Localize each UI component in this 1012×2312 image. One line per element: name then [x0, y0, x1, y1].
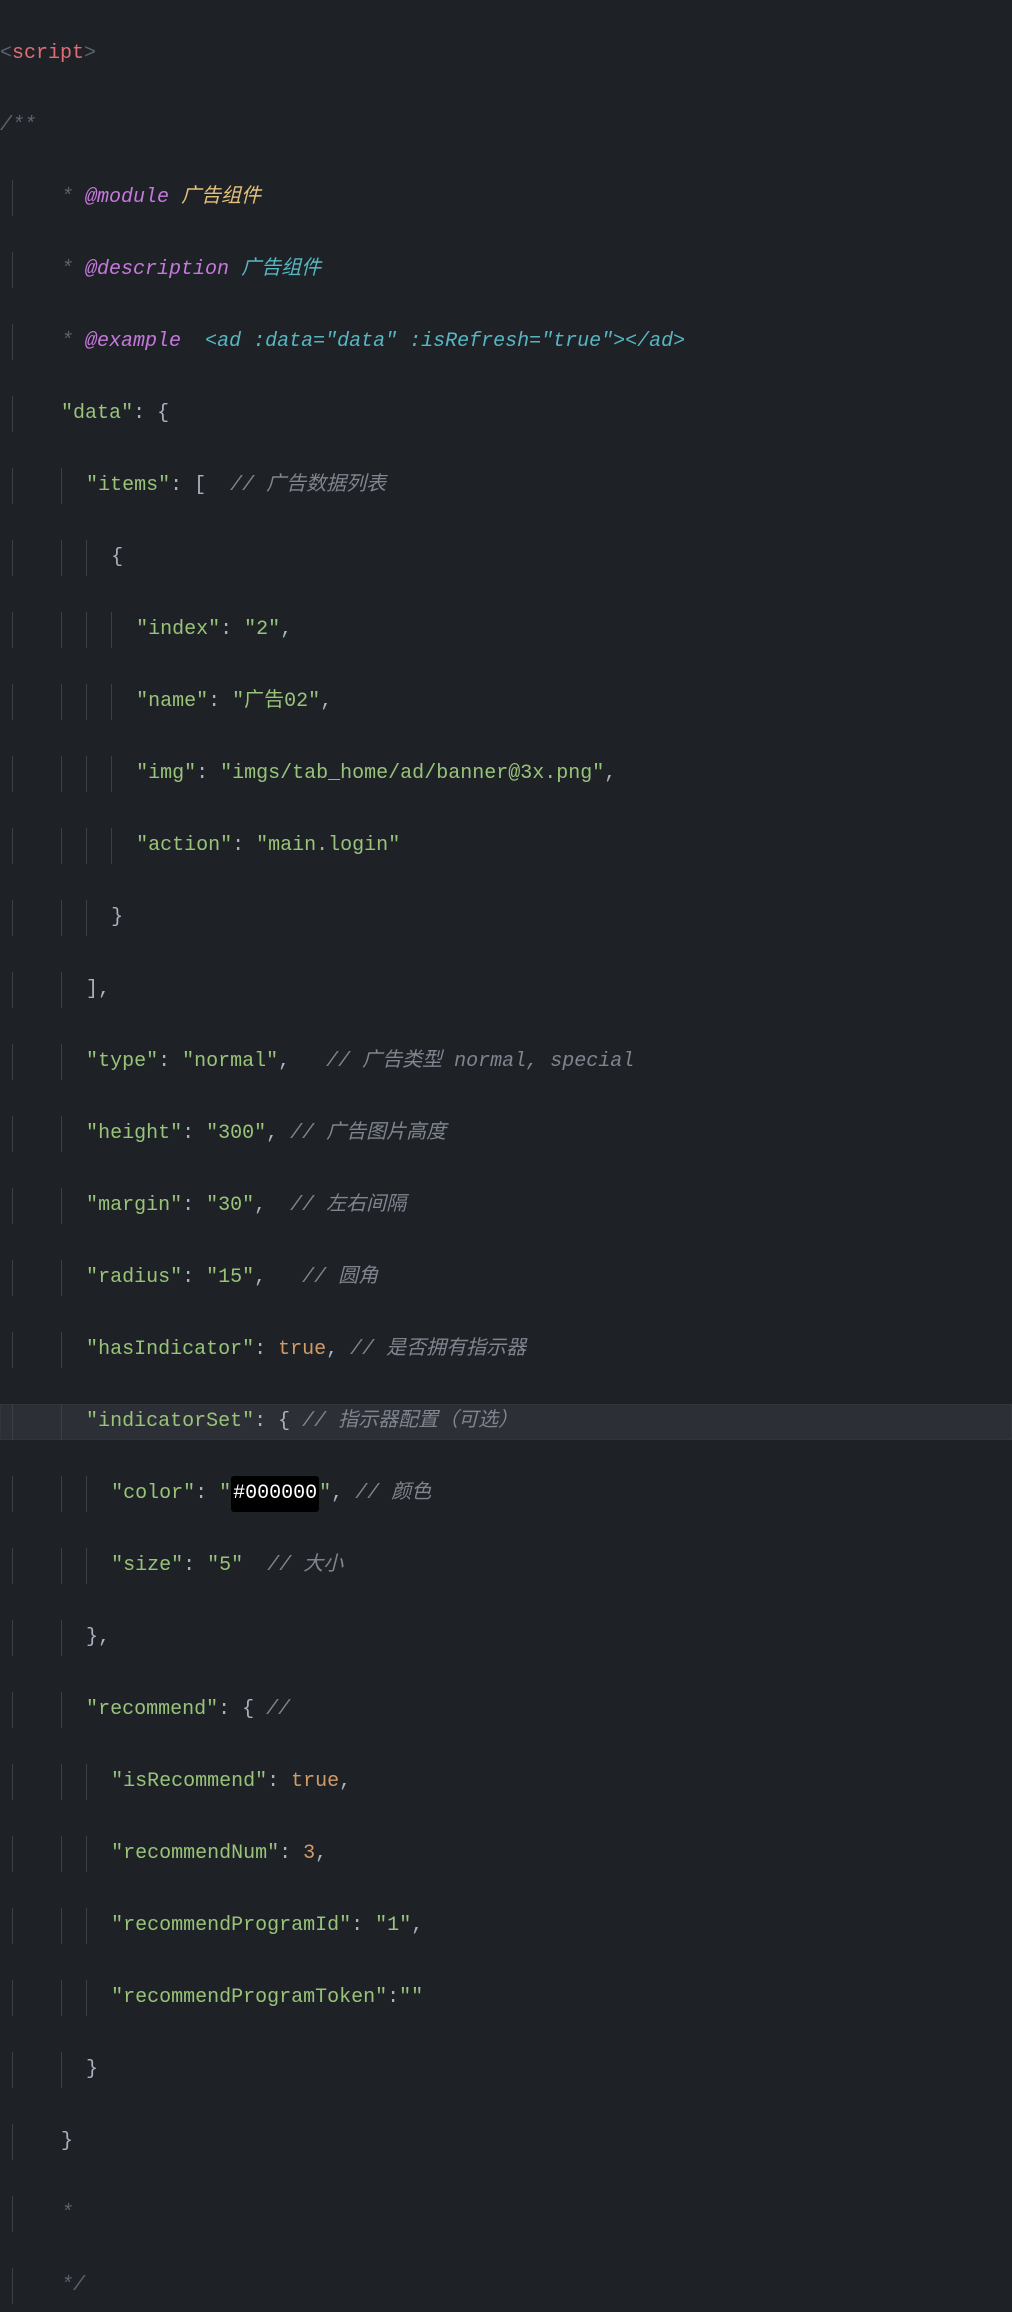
comment-size: // 大小 [267, 1554, 343, 1577]
key-action: action [148, 834, 220, 857]
key-recommend: recommend [98, 1698, 206, 1721]
key-color: color [123, 1482, 183, 1505]
key-hasindicator: hasIndicator [98, 1338, 242, 1361]
code-editor[interactable]: <script> /** * @module 广告组件 * @descripti… [0, 0, 1012, 2312]
jsdoc-example-code: <ad :data="data" :isRefresh="true"></ad> [205, 330, 685, 353]
key-items: items [98, 474, 158, 497]
val-action: main.login [268, 834, 388, 857]
code-line: <script> [0, 36, 1012, 72]
code-line: { [0, 540, 1012, 576]
code-line: "data": { [0, 396, 1012, 432]
key-indicatorset: indicatorSet [98, 1410, 242, 1433]
code-line: } [0, 900, 1012, 936]
key-radius: radius [98, 1266, 170, 1289]
code-line: "recommend": { // [0, 1692, 1012, 1728]
jsdoc-at-module: @module [85, 186, 169, 209]
key-recommendprogramtoken: recommendProgramToken [123, 1986, 375, 2009]
key-img: img [148, 762, 184, 785]
val-index: 2 [256, 618, 268, 641]
code-line: "margin": "30", // 左右间隔 [0, 1188, 1012, 1224]
val-img: imgs/tab_home/ad/banner@3x.png [232, 762, 592, 785]
code-line: } [0, 2124, 1012, 2160]
key-height: height [98, 1122, 170, 1145]
code-line: */ [0, 2268, 1012, 2304]
tag-script: script [12, 42, 84, 65]
code-line: "color": "#000000", // 颜色 [0, 1476, 1012, 1512]
key-data: data [73, 402, 121, 425]
code-line: "type": "normal", // 广告类型 normal, specia… [0, 1044, 1012, 1080]
code-line: "recommendProgramToken":"" [0, 1980, 1012, 2016]
color-swatch[interactable]: #000000 [231, 1476, 319, 1512]
val-size: 5 [219, 1554, 231, 1577]
val-height: 300 [218, 1122, 254, 1145]
val-isrecommend: true [291, 1770, 339, 1793]
val-name: 广告02 [244, 690, 308, 713]
comment-open: /** [0, 114, 36, 137]
code-line: "height": "300", // 广告图片高度 [0, 1116, 1012, 1152]
code-line: * @description 广告组件 [0, 252, 1012, 288]
comment-color: // 颜色 [355, 1482, 431, 1505]
key-recommendnum: recommendNum [123, 1842, 267, 1865]
comment-type: // 广告类型 normal, special [326, 1050, 634, 1073]
code-line: "isRecommend": true, [0, 1764, 1012, 1800]
val-type: normal [194, 1050, 266, 1073]
code-line: "hasIndicator": true, // 是否拥有指示器 [0, 1332, 1012, 1368]
code-line: "name": "广告02", [0, 684, 1012, 720]
code-line: "size": "5" // 大小 [0, 1548, 1012, 1584]
val-radius: 15 [218, 1266, 242, 1289]
code-line: "img": "imgs/tab_home/ad/banner@3x.png", [0, 756, 1012, 792]
code-line: * @module 广告组件 [0, 180, 1012, 216]
key-size: size [123, 1554, 171, 1577]
val-margin: 30 [218, 1194, 242, 1217]
code-line: /** [0, 108, 1012, 144]
val-recommendnum: 3 [303, 1842, 315, 1865]
jsdoc-at-description: @description [85, 258, 229, 281]
code-line: * @example <ad :data="data" :isRefresh="… [0, 324, 1012, 360]
val-recommendprogramid: 1 [387, 1914, 399, 1937]
code-line: "action": "main.login" [0, 828, 1012, 864]
key-type: type [98, 1050, 146, 1073]
code-line: "items": [ // 广告数据列表 [0, 468, 1012, 504]
jsdoc-module-name: 广告组件 [181, 186, 261, 209]
key-name: name [148, 690, 196, 713]
code-line: "recommendProgramId": "1", [0, 1908, 1012, 1944]
comment-items: // 广告数据列表 [230, 474, 386, 497]
code-line: ], [0, 972, 1012, 1008]
jsdoc-description-text: 广告组件 [241, 258, 321, 281]
code-line: } [0, 2052, 1012, 2088]
key-index: index [148, 618, 208, 641]
code-line: * [0, 2196, 1012, 2232]
comment-radius: // 圆角 [302, 1266, 378, 1289]
comment-indicatorset: // 指示器配置（可选） [302, 1410, 518, 1433]
code-line: }, [0, 1620, 1012, 1656]
jsdoc-at-example: @example [85, 330, 181, 353]
code-line: "index": "2", [0, 612, 1012, 648]
key-recommendprogramid: recommendProgramId [123, 1914, 339, 1937]
comment-hasindicator: // 是否拥有指示器 [350, 1338, 526, 1361]
code-line-active: "indicatorSet": { // 指示器配置（可选） [0, 1404, 1012, 1440]
code-line: "radius": "15", // 圆角 [0, 1260, 1012, 1296]
key-isrecommend: isRecommend [123, 1770, 255, 1793]
key-margin: margin [98, 1194, 170, 1217]
comment-height: // 广告图片高度 [290, 1122, 446, 1145]
val-hasindicator: true [278, 1338, 326, 1361]
code-line: "recommendNum": 3, [0, 1836, 1012, 1872]
comment-margin: // 左右间隔 [290, 1194, 406, 1217]
